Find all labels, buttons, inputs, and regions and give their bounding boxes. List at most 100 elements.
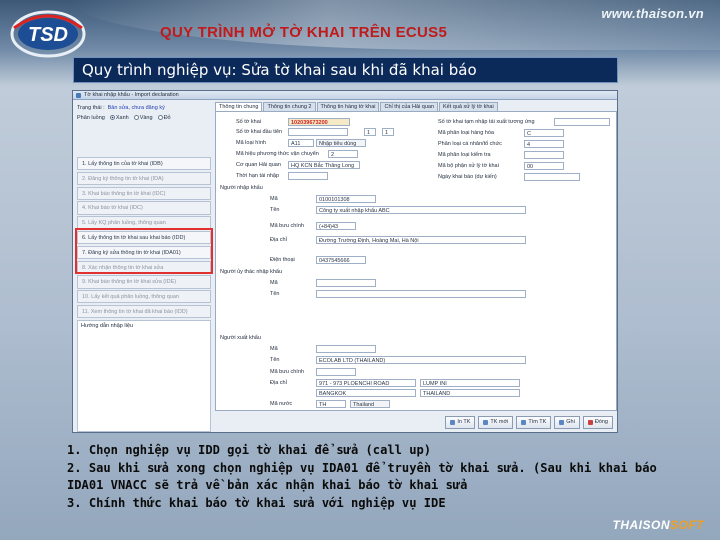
row-exporter-code: Mã <box>270 346 278 352</box>
exporter-address-2[interactable]: LUMP INI <box>420 379 520 387</box>
branch-total-field[interactable]: 1 <box>382 128 394 136</box>
kind-yellow-radio[interactable]: Vàng <box>133 115 153 121</box>
tsd-logo-icon: TSD <box>10 10 86 58</box>
footer-brand: THAISONSOFT <box>613 518 705 532</box>
exporter-code-field[interactable] <box>316 345 376 353</box>
radio-icon <box>133 115 139 121</box>
tab-customs-instructions[interactable]: Chỉ thị của Hải quan <box>380 102 439 111</box>
row-declaration-no: Số tờ khai <box>236 119 262 125</box>
exporter-address-4[interactable]: THAILAND <box>420 389 520 397</box>
save-icon <box>559 419 565 425</box>
row-person-class: Phân loại cá nhân/tổ chức <box>438 141 502 147</box>
row-transport-mode: Mã hiệu phương thức vận chuyển <box>236 151 319 157</box>
country-code-field[interactable]: TH <box>316 400 346 408</box>
exporter-address-1[interactable]: 971 - 973 PLOENCHI ROAD <box>316 379 416 387</box>
type-code-desc: Nhập tiêu dùng <box>316 139 366 147</box>
instruction-notes: 1. Chọn nghiệp vụ IDD gọi tờ khai để sửa… <box>67 442 707 512</box>
row-importer-address: Địa chỉ <box>270 237 287 243</box>
step-button-10[interactable]: 10. Lấy kết quả phân luồng, thông quan <box>77 290 211 304</box>
row-trustee-name: Tên <box>270 291 280 297</box>
branch-field[interactable]: 1 <box>364 128 376 136</box>
note-line-2: 2. Sau khi sửa xong chọn nghiệp vụ IDA01… <box>67 460 657 475</box>
trustee-code-field[interactable] <box>316 279 376 287</box>
declare-date-field[interactable] <box>524 173 580 181</box>
step-button-3[interactable]: 3. Khai báo thông tin tờ khai (IDC) <box>77 186 211 200</box>
tab-bar: Thông tin chung Thông tin chung 2 Thông … <box>215 102 499 111</box>
highlight-box <box>75 228 213 274</box>
importer-address-field[interactable]: Đường Trường Định, Hoàng Mai, Hà Nội <box>316 236 526 244</box>
radio-icon <box>157 115 163 121</box>
kind-row: Phân luồng Xanh Vàng Đỏ <box>75 111 213 125</box>
country-select[interactable]: Thailand <box>350 400 390 408</box>
window-titlebar[interactable]: Tờ khai nhập khẩu - Import declaration <box>73 91 617 100</box>
goods-class-field[interactable]: C <box>524 129 564 137</box>
exporter-postal-field[interactable] <box>316 368 356 376</box>
declaration-no-field[interactable]: 102039673200 <box>288 118 350 126</box>
row-processing-unit: Mã bộ phận xử lý tờ khai <box>438 163 499 169</box>
row-importer-name: Tên <box>270 207 280 213</box>
importer-code-field[interactable]: 0100101308 <box>316 195 376 203</box>
step-button-2[interactable]: 2. Đăng ký thông tin tờ khai (IDA) <box>77 171 211 186</box>
brand-part-a: THAISON <box>612 518 670 532</box>
site-url: www.thaison.vn <box>601 6 704 21</box>
search-icon <box>521 419 527 425</box>
note-line-3: IDA01 VNACC sẽ trả về bản xác nhận khai … <box>67 478 468 492</box>
new-declaration-button[interactable]: TK mới <box>478 415 514 429</box>
tab-goods[interactable]: Thông tin hàng tờ khai <box>316 102 380 111</box>
row-first-declaration: Số tờ khai đầu tiên <box>236 129 283 135</box>
importer-phone-field[interactable]: 0437545666 <box>316 256 366 264</box>
row-importer-phone: Điện thoại <box>270 257 295 263</box>
row-type-code: Mã loại hình <box>236 140 266 146</box>
window-title: Tờ khai nhập khẩu - Import declaration <box>84 92 179 98</box>
row-exporter-address: Địa chỉ <box>270 380 287 386</box>
step-button-1[interactable]: 1. Lấy thông tin của tờ khai (IDB) <box>77 157 211 171</box>
customs-office-field[interactable]: HQ KCN Bắc Thăng Long <box>288 161 360 169</box>
row-exporter-name: Tên <box>270 357 280 363</box>
step-button-9[interactable]: 9. Khai báo thông tin tờ khai sửa (IDE) <box>77 275 211 289</box>
processing-unit-field[interactable]: 00 <box>524 162 564 170</box>
type-code-field[interactable]: A11 <box>288 139 314 147</box>
row-exporter-postal: Mã bưu chính <box>270 369 304 375</box>
first-declaration-field[interactable] <box>288 128 348 136</box>
reimport-deadline-field[interactable] <box>288 172 328 180</box>
check-class-field[interactable] <box>524 151 564 159</box>
save-button[interactable]: Ghi <box>554 415 580 429</box>
print-button[interactable]: In TK <box>445 415 476 429</box>
row-reimport-deadline: Thời hạn tái nhập <box>236 173 280 179</box>
row-trustee-code: Mã <box>270 280 278 286</box>
guide-label: Hướng dẫn nhập liệu <box>81 323 133 329</box>
exporter-section: Người xuất khẩu <box>220 335 261 341</box>
radio-icon <box>109 115 115 121</box>
exporter-name-field[interactable]: ECOLAB LTD (THAILAND) <box>316 356 526 364</box>
tab-processing-result[interactable]: Kết quả xử lý tờ khai <box>439 102 498 111</box>
step-button-4[interactable]: 4. Khai báo tờ khai (IDC) <box>77 201 211 215</box>
row-goods-class: Mã phân loại hàng hóa <box>438 130 494 136</box>
importer-postal-field[interactable]: (+84)43 <box>316 222 356 230</box>
row-country-code: Mã nước <box>270 401 293 407</box>
temp-import-field[interactable] <box>554 118 610 126</box>
logo-text: TSD <box>28 24 68 46</box>
new-doc-icon <box>483 419 489 425</box>
process-banner: Quy trình nghiệp vụ: Sửa tờ khai sau khi… <box>73 57 618 83</box>
status-row: Trạng thái : Bản sửa, chưa đăng ký <box>75 102 213 111</box>
search-button[interactable]: Tìm TK <box>516 415 552 429</box>
tab-general[interactable]: Thông tin chung <box>215 102 263 111</box>
transport-mode-select[interactable]: 2 <box>328 150 358 158</box>
button-bar: In TK TK mới Tìm TK Ghi Đóng <box>215 413 617 431</box>
exporter-address-3[interactable]: BANGKOK <box>316 389 416 397</box>
step-button-11[interactable]: 11. Xem thông tin tờ khai đã khai báo (I… <box>77 304 211 319</box>
slide-title: QUY TRÌNH MỞ TỜ KHAI TRÊN ECUS5 <box>160 24 448 41</box>
kind-red-radio[interactable]: Đỏ <box>157 115 171 121</box>
brand-part-b: SOFT <box>670 518 704 532</box>
status-label: Trạng thái : <box>77 105 105 111</box>
note-line-4: 3. Chính thức khai báo tờ khai sửa với n… <box>67 495 446 510</box>
ecus-app-window: Tờ khai nhập khẩu - Import declaration T… <box>72 90 618 433</box>
trustee-name-field[interactable] <box>316 290 526 298</box>
person-class-field[interactable]: 4 <box>524 140 564 148</box>
kind-green-radio[interactable]: Xanh <box>109 115 129 121</box>
close-button[interactable]: Đóng <box>582 415 613 429</box>
tab-general-2[interactable]: Thông tin chung 2 <box>263 102 316 111</box>
row-temp-import: Số tờ khai tạm nhập tái xuất tương ứng <box>438 119 535 125</box>
importer-name-field[interactable]: Công ty xuất nhập khẩu ABC <box>316 206 526 214</box>
note-line-1: 1. Chọn nghiệp vụ IDD gọi tờ khai để sửa… <box>67 443 432 457</box>
